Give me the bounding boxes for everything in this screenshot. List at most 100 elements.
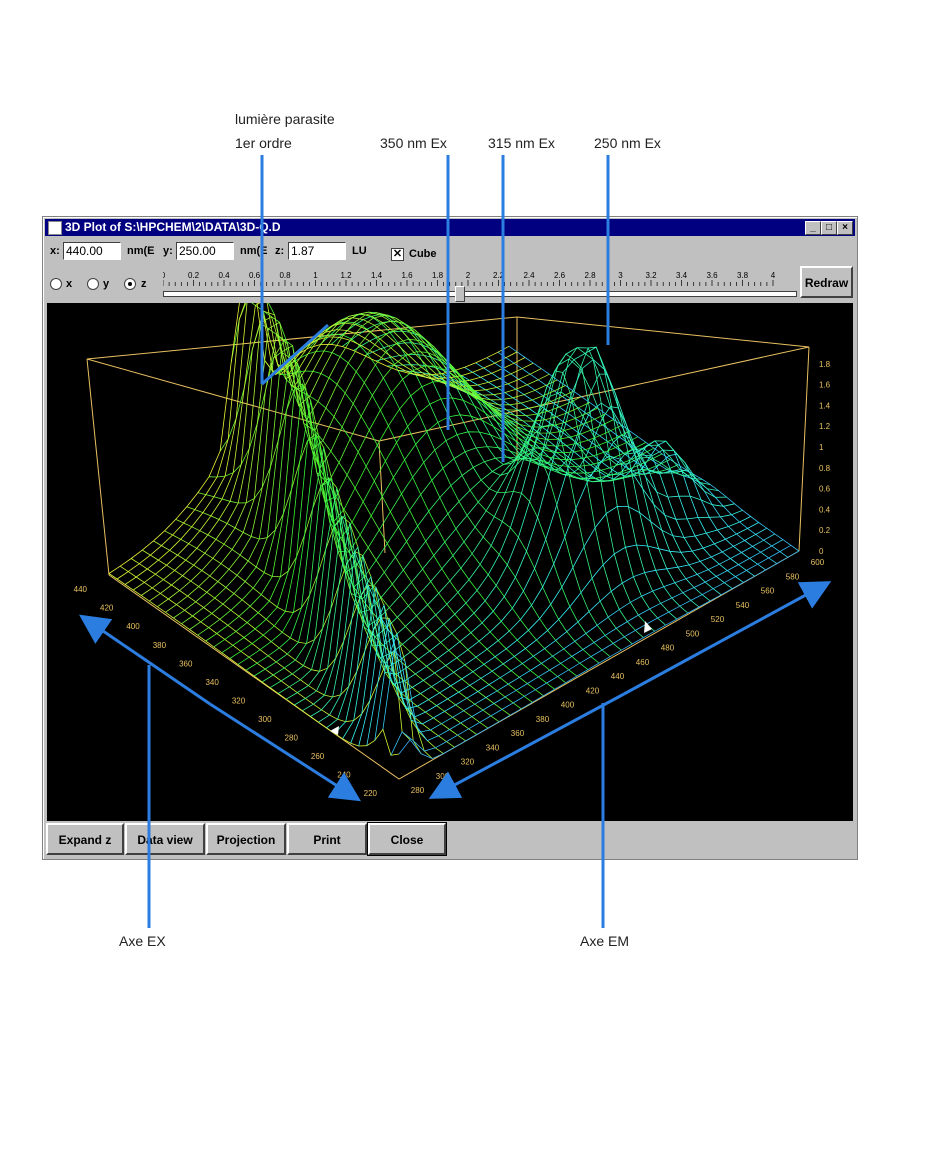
- ex-tick-label: 340: [205, 678, 219, 687]
- print-button[interactable]: Print: [287, 823, 367, 855]
- callout-stray-light-line2: 1er ordre: [235, 135, 292, 151]
- ruler-tick-label: 3.6: [706, 271, 718, 280]
- em-tick-label: 560: [761, 587, 775, 596]
- ex-tick-label: 300: [258, 715, 272, 724]
- ruler-tick-label: 1.6: [401, 271, 413, 280]
- cube-checkbox[interactable]: ✕: [391, 248, 404, 261]
- mesh-line: [342, 320, 633, 645]
- z-tick-label: 0.6: [819, 485, 831, 494]
- ruler-tick-label: 2.2: [493, 271, 505, 280]
- ruler-tick-label: 3: [618, 271, 623, 280]
- close-button[interactable]: Close: [367, 822, 447, 856]
- em-tick-label: 540: [736, 601, 750, 610]
- minimize-button[interactable]: _: [805, 221, 821, 235]
- callout-stray-light-line1: lumière parasite: [235, 111, 335, 127]
- ruler-tick-label: 0.2: [188, 271, 200, 280]
- mesh-line: [308, 313, 600, 664]
- z-label: z:: [275, 245, 285, 257]
- z-tick-label: 0.8: [819, 464, 831, 473]
- mesh-line: [374, 533, 775, 741]
- ruler-tick-label: 3.4: [676, 271, 688, 280]
- plot-canvas[interactable]: 440 420 400 380 360 340 320 300 280 260 240 220 280…: [47, 303, 853, 821]
- em-tick-label: 520: [711, 615, 725, 624]
- ex-tick-label: 400: [126, 622, 140, 631]
- em-tick-label: 380: [536, 715, 550, 724]
- x-field[interactable]: [63, 242, 121, 260]
- mesh-line: [453, 370, 744, 583]
- ruler-tick-label: 3.8: [737, 271, 749, 280]
- ex-tick-label: 360: [179, 659, 193, 668]
- ex-tick-label: 260: [311, 752, 325, 761]
- window-title: 3D Plot of S:\HPCHEM\2\DATA\3D-Q.D: [65, 220, 281, 234]
- app-icon[interactable]: [48, 221, 62, 235]
- ruler-tick-label: 0.8: [279, 271, 291, 280]
- em-tick-label: 580: [786, 572, 800, 581]
- z-slider-thumb[interactable]: [455, 286, 466, 302]
- x-label: x:: [50, 245, 60, 257]
- ruler-tick-label: 1: [313, 271, 318, 280]
- redraw-button[interactable]: Redraw: [800, 266, 853, 298]
- callout-250nm-ex: 250 nm Ex: [594, 135, 661, 151]
- em-tick-label: 400: [561, 701, 575, 710]
- ruler-tick-label: 1.2: [340, 271, 352, 280]
- radio-z[interactable]: [124, 278, 136, 290]
- em-tick-label: 320: [461, 758, 475, 767]
- ruler-tick-label: 2.8: [584, 271, 596, 280]
- z-tick-label: 0: [819, 547, 824, 556]
- em-axis-labels: 280 300 320 340 360 380 400 420 440 460 480 500 520 5…: [411, 558, 825, 795]
- em-tick-label: 300: [436, 772, 450, 781]
- mesh-line: [398, 550, 800, 760]
- title-bar[interactable]: 3D Plot of S:\HPCHEM\2\DATA\3D-Q.D _ □ ×: [45, 219, 855, 236]
- surface-plot: 440 420 400 380 360 340 320 300 280 260 240 220 280…: [74, 303, 831, 798]
- mesh-line: [108, 573, 400, 756]
- ex-tick-label: 320: [232, 696, 246, 705]
- ruler-tick-label: 2.6: [554, 271, 566, 280]
- mesh-line: [153, 540, 444, 754]
- mesh-line: [419, 374, 711, 602]
- close-window-button[interactable]: ×: [837, 221, 853, 235]
- ex-tick-label: 380: [153, 641, 167, 650]
- y-field[interactable]: [176, 242, 234, 260]
- ruler-tick-label: 4: [771, 271, 776, 280]
- ex-tick-label: 220: [364, 789, 378, 798]
- ruler-tick-label: 0.4: [218, 271, 230, 280]
- ex-tick-label: 420: [100, 604, 114, 613]
- callout-axe-ex: Axe EX: [119, 933, 166, 949]
- ruler-tick-label: 1.8: [432, 271, 444, 280]
- cube-label: Cube: [409, 248, 437, 260]
- y-unit: nm(E: [240, 245, 268, 257]
- radio-x[interactable]: [50, 278, 62, 290]
- radio-x-label: x: [66, 278, 73, 290]
- projection-button[interactable]: Projection: [206, 823, 286, 855]
- z-tick-label: 1.2: [819, 422, 831, 431]
- callout-axe-em: Axe EM: [580, 933, 630, 949]
- em-tick-label: 500: [686, 629, 700, 638]
- callout-350nm-ex: 350 nm Ex: [380, 135, 447, 151]
- plot-window: 3D Plot of S:\HPCHEM\2\DATA\3D-Q.D _ □ ×…: [42, 216, 858, 860]
- z-field[interactable]: [288, 242, 346, 260]
- x-unit: nm(E: [127, 245, 155, 257]
- expand-z-button[interactable]: Expand z: [46, 823, 124, 855]
- ruler-tick-label: 0.6: [249, 271, 261, 280]
- em-tick-label: 280: [411, 786, 425, 795]
- z-tick-label: 1.8: [819, 360, 831, 369]
- mesh-line: [310, 347, 711, 717]
- z-slider[interactable]: [163, 286, 797, 302]
- mesh-line: [277, 447, 679, 694]
- em-cursor-marker: [644, 621, 652, 633]
- ruler-tick-label: 2: [466, 271, 471, 280]
- radio-y-label: y: [103, 278, 110, 290]
- z-tick-label: 0.4: [819, 505, 831, 514]
- em-tick-label: 460: [636, 658, 650, 667]
- maximize-button[interactable]: □: [821, 221, 837, 235]
- mesh-line: [508, 345, 800, 552]
- ex-tick-label: 240: [337, 771, 351, 780]
- ex-tick-label: 280: [285, 733, 299, 742]
- z-axis-labels: 0 0.2 0.4 0.6 0.8 1 1.2 1.4 1.6 1.8: [819, 360, 831, 556]
- mesh-line: [175, 477, 466, 742]
- radio-z-label: z: [141, 278, 147, 290]
- radio-y[interactable]: [87, 278, 99, 290]
- data-view-button[interactable]: Data view: [125, 823, 205, 855]
- z-tick-label: 1: [819, 443, 824, 452]
- em-tick-label: 420: [586, 686, 600, 695]
